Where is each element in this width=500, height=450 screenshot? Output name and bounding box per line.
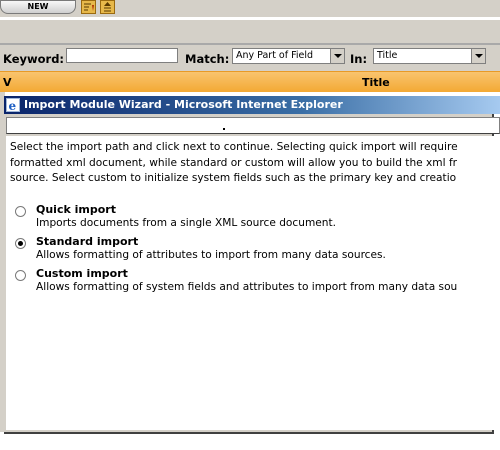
radio-custom-import[interactable] (15, 270, 26, 281)
chevron-down-icon[interactable] (471, 49, 485, 63)
dialog-title: Import Module Wizard - Microsoft Interne… (24, 98, 343, 111)
in-select-value: Title (377, 50, 398, 61)
import-wizard-dialog: e Import Module Wizard - Microsoft Inter… (4, 96, 500, 434)
option-title: Custom import (36, 267, 128, 280)
intro-line: Select the import path and click next to… (10, 141, 458, 153)
match-select-value: Any Part of Field (236, 50, 314, 61)
column-v[interactable]: V (3, 76, 12, 89)
in-select[interactable]: Title (373, 48, 486, 64)
search-bar: Keyword: Match: Any Part of Field In: Ti… (0, 45, 500, 71)
edit-icon[interactable] (81, 0, 96, 14)
column-title[interactable]: Title (362, 76, 390, 89)
keyword-label: Keyword: (3, 52, 65, 66)
radio-standard-import[interactable] (15, 238, 26, 249)
in-label: In: (350, 52, 368, 66)
svg-text:e: e (9, 99, 17, 112)
wizard-step-bar (6, 117, 500, 134)
chevron-down-icon[interactable] (330, 49, 344, 63)
dialog-titlebar[interactable]: e Import Module Wizard - Microsoft Inter… (4, 96, 500, 114)
option-title: Standard import (36, 235, 139, 248)
option-description: Imports documents from a single XML sour… (36, 217, 337, 229)
sort-icon[interactable] (100, 0, 115, 14)
table-header: V Title (0, 71, 500, 92)
intro-line: source. Select custom to initialize syst… (10, 172, 457, 184)
radio-quick-import[interactable] (15, 206, 26, 217)
toolbar-band (0, 20, 500, 43)
new-button[interactable]: NEW (0, 0, 76, 14)
wizard-content: Select the import path and click next to… (6, 136, 500, 430)
step-marker (223, 128, 225, 130)
option-title: Quick import (36, 203, 116, 216)
option-description: Allows formatting of attributes to impor… (36, 249, 386, 261)
ie-icon: e (6, 98, 20, 113)
intro-text: Select the import path and click next to… (10, 140, 500, 187)
option-description: Allows formatting of system fields and a… (36, 281, 458, 293)
intro-line: formatted xml document, while standard o… (10, 156, 458, 169)
keyword-input[interactable] (66, 48, 178, 63)
toolbar: NEW (0, 0, 500, 17)
match-select[interactable]: Any Part of Field (232, 48, 345, 64)
match-label: Match: (185, 52, 230, 66)
